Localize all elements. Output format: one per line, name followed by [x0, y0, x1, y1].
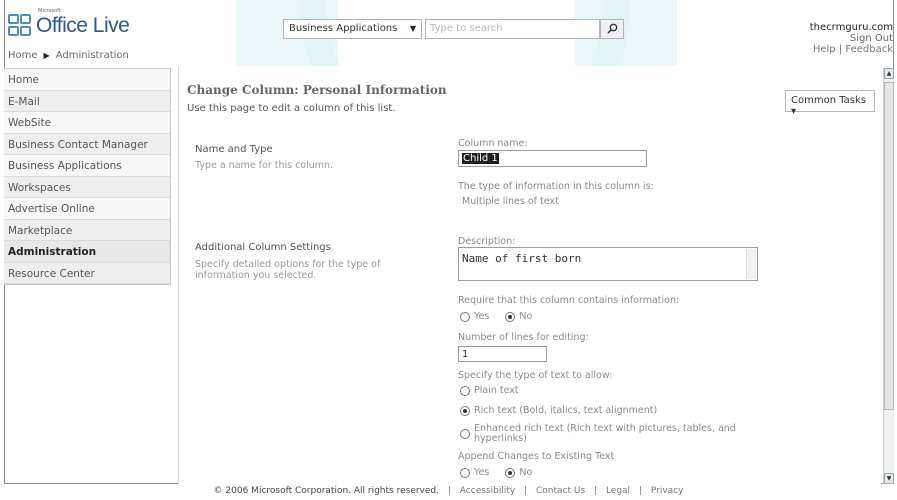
type-value: Multiple lines of text [462, 196, 559, 207]
footer-separator: | [638, 486, 642, 496]
sidebar-item-business-contact-manager[interactable]: Business Contact Manager [4, 133, 170, 155]
description-label: Description: [458, 236, 516, 247]
sidebar-item-business-applications[interactable]: Business Applications [4, 155, 170, 177]
office-live-logo[interactable]: Microsoft Office Live [8, 8, 130, 38]
page-subtitle: Use this page to edit a column of this l… [187, 103, 396, 114]
rich-text-label: Rich text (Bold, italics, text alignment… [474, 405, 658, 416]
description-field[interactable]: Name of first born [458, 247, 758, 281]
help-link[interactable]: Help [813, 44, 836, 55]
sidebar-item-home[interactable]: Home [4, 69, 170, 91]
office-logo-icon [8, 14, 34, 38]
copyright: © 2006 Microsoft Corporation. All rights… [213, 486, 439, 496]
require-yes-label: Yes [474, 311, 490, 322]
logo-microsoft-label: Microsoft [38, 8, 61, 14]
search-placeholder: Type to search [430, 23, 503, 34]
footer-separator: | [447, 486, 451, 496]
plain-text-radio[interactable] [460, 385, 470, 396]
enhanced-text-radio[interactable] [460, 429, 470, 439]
sidebar-item-resource-center[interactable]: Resource Center [4, 262, 170, 284]
search-scope-select[interactable]: Business Applications ▼ [283, 19, 422, 39]
scroll-down-icon[interactable]: ▼ [884, 473, 894, 484]
contact-us-link[interactable]: Contact Us [536, 486, 585, 496]
enhanced-text-label: Enhanced rich text (Rich text with pictu… [474, 423, 736, 444]
sidebar-item-website[interactable]: WebSite [4, 112, 170, 134]
legal-link[interactable]: Legal [606, 486, 630, 496]
sidebar-item-advertise-online[interactable]: Advertise Online [4, 198, 170, 220]
main-content: Change Column: Personal Information Use … [178, 66, 881, 484]
append-yes-radio[interactable] [460, 467, 470, 478]
footer-separator: | [594, 486, 598, 496]
text-type-label: Specify the type of text to allow: [458, 370, 613, 381]
column-name-value: Child 1 [462, 153, 499, 164]
sidebar-item-administration[interactable]: Administration [4, 241, 170, 263]
footer-separator: | [524, 486, 528, 496]
privacy-link[interactable]: Privacy [651, 486, 684, 496]
require-yes-radio[interactable] [460, 311, 470, 322]
logo-name: Office Live [36, 14, 130, 37]
require-radio-group: Yes No [460, 311, 532, 322]
sign-out-link[interactable]: Sign Out [810, 33, 893, 44]
sidebar-item-marketplace[interactable]: Marketplace [4, 219, 170, 241]
lines-field[interactable]: 1 [458, 346, 547, 362]
sidebar-item-workspaces[interactable]: Workspaces [4, 176, 170, 198]
feedback-link[interactable]: Feedback [845, 44, 893, 55]
header-link-separator: | [838, 44, 843, 55]
description-value: Name of first born [462, 252, 582, 265]
triangle-right-icon: ▶ [43, 51, 50, 60]
breadcrumb: Home ▶ Administration [8, 50, 129, 61]
require-label: Require that this column contains inform… [458, 295, 680, 306]
name-type-section-title: Name and Type [195, 144, 273, 155]
lines-label: Number of lines for editing: [458, 332, 589, 343]
search-input[interactable]: Type to search [425, 19, 600, 39]
account-domain: thecrmguru.com [809, 22, 893, 33]
common-tasks-button[interactable]: Common Tasks ▾ [785, 90, 875, 117]
footer: © 2006 Microsoft Corporation. All rights… [0, 486, 897, 496]
type-label: The type of information in this column i… [458, 181, 654, 192]
append-no-radio[interactable] [505, 467, 516, 478]
name-type-section-desc: Type a name for this column. [195, 160, 334, 171]
additional-section-desc: Specify detailed options for the type of… [195, 259, 381, 281]
breadcrumb-current: Administration [55, 50, 129, 61]
chevron-down-icon: ▼ [409, 24, 416, 33]
rich-text-radio[interactable] [460, 405, 470, 416]
append-label: Append Changes to Existing Text [458, 451, 615, 462]
plain-text-option: Plain text [460, 385, 519, 396]
search-icon [606, 23, 617, 34]
scrollbar-thumb[interactable] [884, 82, 894, 410]
plain-text-label: Plain text [474, 385, 519, 396]
search-scope-value: Business Applications [289, 23, 398, 34]
append-no-label: No [519, 467, 533, 478]
require-no-radio[interactable] [505, 311, 516, 322]
page-scrollbar[interactable]: ▲ ▼ [883, 68, 894, 484]
sidebar: Home E-Mail WebSite Business Contact Man… [4, 68, 171, 285]
scroll-up-icon[interactable]: ▲ [884, 68, 894, 79]
column-name-label: Column name: [458, 138, 528, 149]
accessibility-link[interactable]: Accessibility [460, 486, 515, 496]
enhanced-text-option: Enhanced rich text (Rich text with pictu… [460, 424, 774, 444]
sidebar-item-email[interactable]: E-Mail [4, 90, 170, 112]
additional-section-title: Additional Column Settings [195, 242, 331, 253]
breadcrumb-home-link[interactable]: Home [8, 50, 38, 61]
append-yes-label: Yes [474, 467, 490, 478]
column-name-field[interactable]: Child 1 [458, 150, 647, 167]
require-no-label: No [519, 311, 533, 322]
append-radio-group: Yes No [460, 467, 532, 478]
page-title: Change Column: Personal Information [187, 83, 447, 97]
rich-text-option: Rich text (Bold, italics, text alignment… [460, 405, 657, 416]
user-panel: thecrmguru.com Sign Out Help | Feedback [810, 22, 893, 55]
description-scrollbar[interactable] [746, 249, 756, 279]
search-button[interactable] [600, 19, 624, 39]
